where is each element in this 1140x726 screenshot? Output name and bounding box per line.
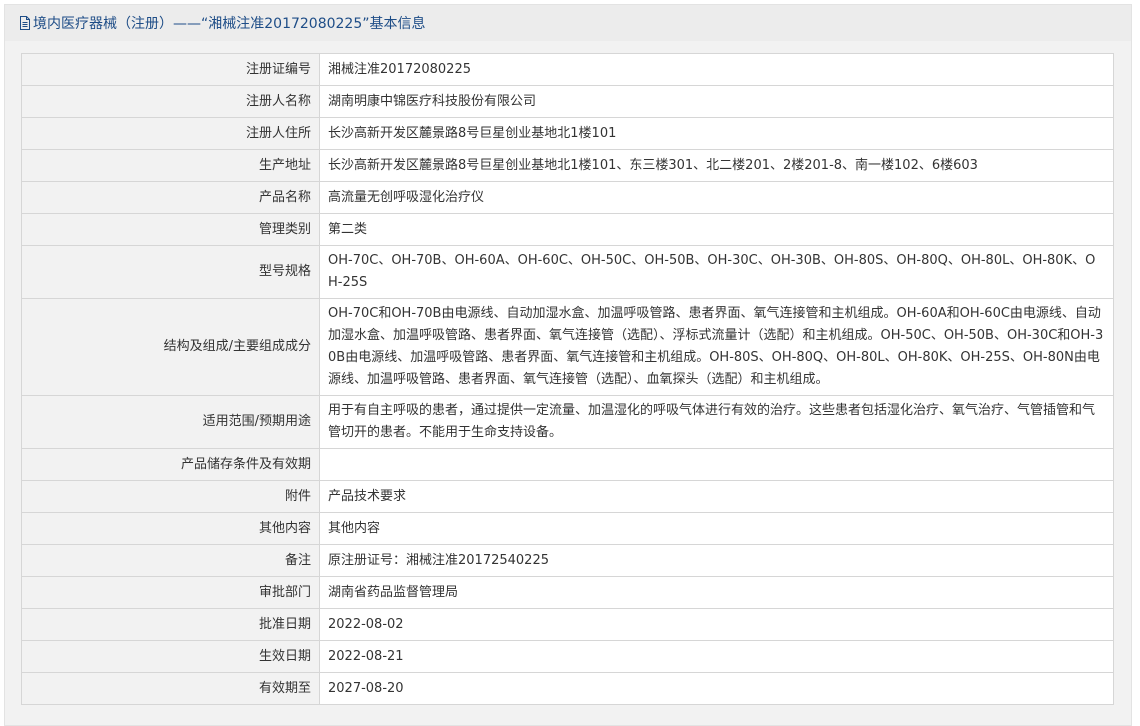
info-table-container: 注册证编号 湘械注准20172080225 注册人名称 湖南明康中锦医疗科技股份有限公… (21, 53, 1114, 705)
field-label: 型号规格 (21, 245, 320, 299)
page-title: 境内医疗器械（注册）——“湘械注准20172080225”基本信息 (33, 16, 426, 32)
table-row: 产品名称 高流量无创呼吸湿化治疗仪 (21, 181, 1114, 214)
field-value: 湘械注准20172080225 (319, 53, 1114, 86)
field-value: 长沙高新开发区麓景路8号巨星创业基地北1楼101 (319, 117, 1114, 150)
field-label: 审批部门 (21, 576, 320, 609)
field-label: 有效期至 (21, 672, 320, 705)
field-value: 2022-08-21 (319, 640, 1114, 673)
field-label: 产品储存条件及有效期 (21, 448, 320, 481)
table-row: 注册证编号 湘械注准20172080225 (21, 53, 1114, 86)
field-label: 产品名称 (21, 181, 320, 214)
table-row: 审批部门 湖南省药品监督管理局 (21, 576, 1114, 609)
field-label: 其他内容 (21, 512, 320, 545)
field-label: 生产地址 (21, 149, 320, 182)
field-value (319, 448, 1114, 481)
info-table: 注册证编号 湘械注准20172080225 注册人名称 湖南明康中锦医疗科技股份有限公… (21, 53, 1114, 705)
table-row: 有效期至 2027-08-20 (21, 672, 1114, 705)
table-row: 其他内容 其他内容 (21, 512, 1114, 545)
field-value: 原注册证号：湘械注准20172540225 (319, 544, 1114, 577)
table-row: 注册人名称 湖南明康中锦医疗科技股份有限公司 (21, 85, 1114, 118)
info-panel: 境内医疗器械（注册）——“湘械注准20172080225”基本信息 注册证编号湘… (4, 4, 1132, 726)
table-row: 适用范围/预期用途 用于有自主呼吸的患者，通过提供一定流量、加温湿化的呼吸气体进行… (21, 395, 1114, 449)
field-label: 生效日期 (21, 640, 320, 673)
field-label: 备注 (21, 544, 320, 577)
table-row: 产品储存条件及有效期 (21, 448, 1114, 481)
table-row: 结构及组成/主要组成成分 OH-70C和OH-70B由电源线、自动加湿水盒、加温呼… (21, 298, 1114, 396)
field-label: 管理类别 (21, 213, 320, 246)
field-value: 2027-08-20 (319, 672, 1114, 705)
table-row: 批准日期 2022-08-02 (21, 608, 1114, 641)
field-value: 第二类 (319, 213, 1114, 246)
field-label: 注册人名称 (21, 85, 320, 118)
table-row: 型号规格 OH-70C、OH-70B、OH-60A、OH-60C、OH-50C、O… (21, 245, 1114, 299)
field-value: 2022-08-02 (319, 608, 1114, 641)
panel-header: 境内医疗器械（注册）——“湘械注准20172080225”基本信息 (5, 5, 1131, 41)
table-row: 生产地址 长沙高新开发区麓景路8号巨星创业基地北1楼101、东三楼301、北二楼2… (21, 149, 1114, 182)
field-label: 注册人住所 (21, 117, 320, 150)
table-row: 生效日期 2022-08-21 (21, 640, 1114, 673)
table-row: 管理类别 第二类 (21, 213, 1114, 246)
field-label: 结构及组成/主要组成成分 (21, 298, 320, 396)
field-value: OH-70C和OH-70B由电源线、自动加湿水盒、加温呼吸管路、患者界面、氧气连… (319, 298, 1114, 396)
field-value: 长沙高新开发区麓景路8号巨星创业基地北1楼101、东三楼301、北二楼201、2… (319, 149, 1114, 182)
table-row: 注册人住所 长沙高新开发区麓景路8号巨星创业基地北1楼101 (21, 117, 1114, 150)
field-label: 注册证编号 (21, 53, 320, 86)
field-value: OH-70C、OH-70B、OH-60A、OH-60C、OH-50C、OH-50… (319, 245, 1114, 299)
field-value: 用于有自主呼吸的患者，通过提供一定流量、加温湿化的呼吸气体进行有效的治疗。这些患… (319, 395, 1114, 449)
field-label: 附件 (21, 480, 320, 513)
field-value: 产品技术要求 (319, 480, 1114, 513)
field-value: 湖南明康中锦医疗科技股份有限公司 (319, 85, 1114, 118)
field-value: 高流量无创呼吸湿化治疗仪 (319, 181, 1114, 214)
table-row: 附件 产品技术要求 (21, 480, 1114, 513)
field-value: 其他内容 (319, 512, 1114, 545)
field-value: 湖南省药品监督管理局 (319, 576, 1114, 609)
field-label: 批准日期 (21, 608, 320, 641)
document-icon (19, 16, 31, 30)
table-row: 备注 原注册证号：湘械注准20172540225 (21, 544, 1114, 577)
field-label: 适用范围/预期用途 (21, 395, 320, 449)
